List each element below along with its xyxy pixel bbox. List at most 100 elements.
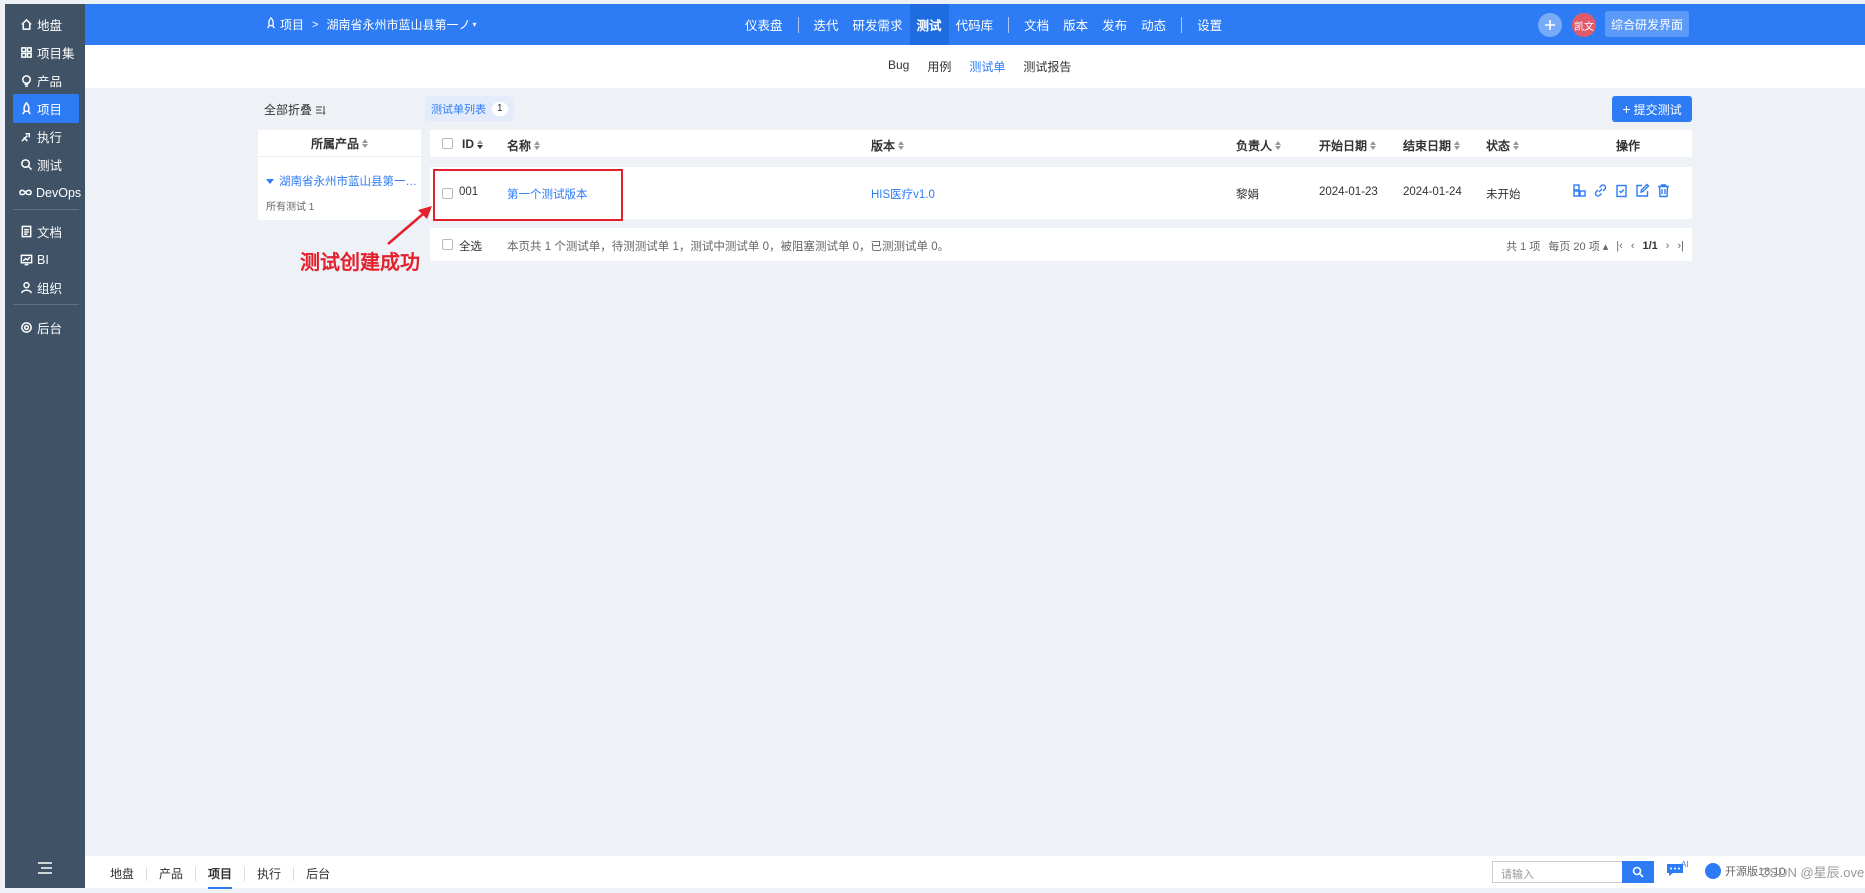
search-button[interactable]: [1622, 861, 1654, 883]
subtab-case[interactable]: 用例: [927, 58, 951, 75]
tree-header[interactable]: 所属产品: [258, 130, 421, 157]
select-all-checkbox[interactable]: [442, 239, 453, 250]
chain-link-icon[interactable]: [1593, 183, 1608, 198]
row-owner: 黎娟: [1236, 189, 1259, 201]
nav-label: BI: [37, 252, 49, 267]
bottom-bar: 地盘 产品 项目 执行 后台 请输入 AI 开源版18.10 CSDN @星辰.…: [85, 856, 1865, 889]
nav-item-home[interactable]: 地盘: [13, 10, 79, 39]
nav-divider: [797, 16, 799, 33]
tab-story[interactable]: 研发需求: [846, 4, 910, 45]
infinity-icon: [19, 186, 32, 200]
pager-total: 共 1 项: [1506, 241, 1541, 253]
col-actions: 操作: [1616, 139, 1641, 153]
nav-item-devops[interactable]: DevOps: [13, 178, 81, 207]
tree-product-item[interactable]: 湖南省永州市蓝山县第一…: [266, 173, 417, 189]
sort-icon: [1513, 141, 1520, 150]
tree-product-label: 湖南省永州市蓝山县第一…: [279, 176, 417, 188]
col-begin[interactable]: 开始日期: [1319, 137, 1377, 154]
breadcrumb-root[interactable]: 项目: [280, 16, 304, 33]
col-id[interactable]: ID: [462, 137, 483, 151]
pager-current: 1/1: [1642, 240, 1658, 252]
collapse-all-button[interactable]: 全部折叠: [264, 101, 327, 118]
nav-item-doc[interactable]: 文档: [13, 217, 79, 246]
header-checkbox[interactable]: [442, 138, 453, 149]
tree-header-label: 所属产品: [310, 136, 359, 151]
nav-divider: [1181, 16, 1183, 33]
tab-dynamic[interactable]: 动态: [1134, 4, 1173, 45]
next-page-icon[interactable]: ›: [1666, 240, 1670, 252]
top-header: 项目 > 湖南省永州市蓝山县第一ノ ▾ 仪表盘 迭代 研发需求 测试 代码库 文…: [85, 4, 1865, 45]
nav-item-admin[interactable]: 后台: [13, 313, 79, 342]
chevron-down-icon[interactable]: ▾: [472, 20, 476, 29]
edit-icon[interactable]: [1635, 183, 1650, 198]
search-icon: [1632, 866, 1644, 878]
nav-item-program[interactable]: 项目集: [13, 38, 79, 67]
row-actions: [1572, 183, 1677, 198]
left-sidebar: 地盘 项目集 产品 项目 执行 测试 DevOps 文档 BI 组织 后台: [5, 4, 85, 888]
chart-icon: [19, 253, 33, 267]
link-cases-icon[interactable]: [1572, 183, 1587, 198]
avatar[interactable]: 凯文: [1572, 13, 1596, 37]
rocket-icon: [265, 16, 280, 32]
prev-page-icon[interactable]: ‹: [1631, 240, 1635, 252]
subtab-report[interactable]: 测试报告: [1023, 58, 1071, 75]
table-header: ID 名称 版本 负责人 开始日期 结束日期 状态 操作: [430, 130, 1692, 157]
submit-test-button[interactable]: + 提交测试: [1612, 96, 1692, 122]
ai-chat-icon[interactable]: AI: [1665, 860, 1691, 882]
tree-sub-item[interactable]: 所有测试 1: [266, 198, 314, 213]
tab-doc[interactable]: 文档: [1017, 4, 1056, 45]
submit-test-label: 提交测试: [1633, 102, 1682, 117]
tab-build[interactable]: 版本: [1056, 4, 1095, 45]
bottom-nav-project[interactable]: 项目: [196, 865, 244, 889]
tab-dashboard[interactable]: 仪表盘: [738, 4, 790, 45]
bottom-nav: 地盘 产品 项目 执行 后台: [98, 865, 342, 889]
pager: 共 1 项 每页 20 项 ▴ |‹ ‹ 1/1 › ›|: [1506, 238, 1684, 254]
tab-repo[interactable]: 代码库: [949, 4, 1001, 45]
nav-item-product[interactable]: 产品: [13, 66, 79, 95]
bottom-nav-product[interactable]: 产品: [147, 865, 195, 882]
first-page-icon[interactable]: |‹: [1616, 240, 1623, 252]
tab-release[interactable]: 发布: [1095, 4, 1134, 45]
row-status: 未开始: [1486, 189, 1521, 201]
tab-label: 测试单列表: [431, 103, 486, 116]
sort-icon: [1370, 141, 1377, 150]
bottom-nav-home[interactable]: 地盘: [98, 865, 146, 882]
nav-label: 后台: [37, 322, 63, 336]
tab-iteration[interactable]: 迭代: [807, 4, 846, 45]
collapse-icon: [316, 105, 326, 115]
nav-item-project[interactable]: 项目: [13, 94, 79, 123]
sort-icon: [534, 141, 541, 150]
menu-toggle-icon[interactable]: [37, 862, 53, 874]
plus-icon: +: [1622, 101, 1631, 117]
select-all-label[interactable]: 全选: [459, 238, 482, 254]
col-end[interactable]: 结束日期: [1403, 137, 1461, 154]
bottom-nav-admin[interactable]: 后台: [294, 865, 342, 882]
nav-item-bi[interactable]: BI: [13, 245, 79, 274]
last-page-icon[interactable]: ›|: [1677, 240, 1684, 252]
nav-label: 产品: [37, 75, 63, 89]
col-owner[interactable]: 负责人: [1236, 137, 1282, 154]
project-switcher[interactable]: 湖南省永州市蓝山县第一ノ: [326, 16, 470, 33]
tab-settings[interactable]: 设置: [1190, 4, 1229, 45]
global-search-input[interactable]: 请输入: [1492, 861, 1622, 883]
add-icon[interactable]: [1538, 13, 1562, 37]
report-icon[interactable]: [1614, 183, 1629, 198]
tab-test[interactable]: 测试: [909, 4, 949, 45]
col-build[interactable]: 版本: [871, 137, 905, 154]
col-name[interactable]: 名称: [507, 137, 541, 154]
bottom-nav-execution[interactable]: 执行: [245, 865, 293, 882]
subtab-testtask[interactable]: 测试单: [969, 58, 1005, 75]
trash-icon[interactable]: [1656, 183, 1671, 198]
switch-interface-button[interactable]: 综合研发界面: [1605, 11, 1689, 37]
main-nav: 仪表盘 迭代 研发需求 测试 代码库 文档 版本 发布 动态 设置: [738, 4, 1229, 45]
testtask-list-tab[interactable]: 测试单列表 1: [425, 96, 514, 121]
nav-item-test[interactable]: 测试: [13, 150, 79, 179]
subtab-bug[interactable]: Bug: [888, 58, 909, 75]
row-build-link[interactable]: HIS医疗v1.0: [871, 186, 935, 202]
nav-label: 项目: [37, 103, 63, 117]
col-status[interactable]: 状态: [1486, 137, 1520, 154]
annotation-text: 测试创建成功: [300, 252, 420, 274]
pager-size-select[interactable]: 每页 20 项 ▴: [1548, 238, 1608, 254]
nav-item-org[interactable]: 组织: [13, 273, 79, 302]
nav-item-execution[interactable]: 执行: [13, 122, 79, 151]
